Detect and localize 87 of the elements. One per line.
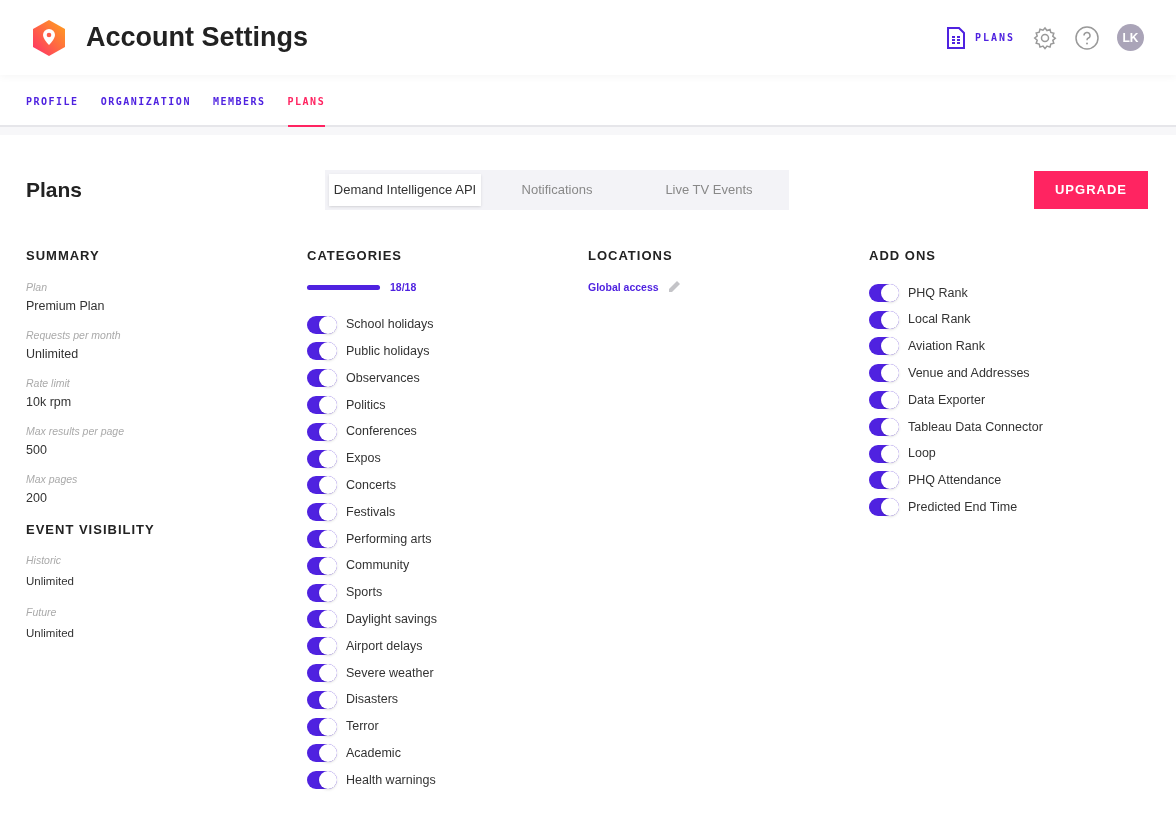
toggle-switch[interactable] xyxy=(307,449,337,468)
toggle-label: Politics xyxy=(346,396,386,414)
toggle-label: Public holidays xyxy=(346,343,430,361)
toggle-label: Tableau Data Connector xyxy=(908,418,1043,436)
logo-icon xyxy=(32,19,66,56)
toggle-switch[interactable] xyxy=(307,690,337,709)
field-label: Future xyxy=(26,605,58,619)
toggle-switch[interactable] xyxy=(307,476,337,495)
field-value: Unlimited xyxy=(26,626,75,641)
toggle-label: Expos xyxy=(346,450,381,468)
field-label: Max pages xyxy=(26,471,79,486)
section-heading: CATEGORIES xyxy=(307,247,403,265)
toggle-switch[interactable] xyxy=(869,283,899,302)
toggle-label: Health warnings xyxy=(346,771,436,789)
toggle-switch[interactable] xyxy=(307,664,337,682)
category-count: 18/18 xyxy=(390,279,417,295)
toggle-label: Venue and Addresses xyxy=(908,364,1030,382)
nav-tab[interactable]: MEMBERS xyxy=(212,94,266,127)
toggle-switch[interactable] xyxy=(307,503,337,522)
field-label: Max results per page xyxy=(26,423,126,438)
toggle-label: School holidays xyxy=(346,316,434,334)
toggle-switch[interactable] xyxy=(307,530,337,548)
nav-tab[interactable]: PROFILE xyxy=(26,94,79,127)
toggle-switch[interactable] xyxy=(307,771,337,790)
page-header-title: Account Settings xyxy=(86,21,308,55)
plans-link[interactable]: PLANS xyxy=(946,26,1015,49)
toggle-switch[interactable] xyxy=(307,744,337,763)
field-value: Premium Plan xyxy=(26,297,106,314)
toggle-label: Data Exporter xyxy=(908,391,986,409)
field-label: Requests per month xyxy=(26,327,122,342)
field-value: 10k rpm xyxy=(26,393,73,410)
toggle-switch[interactable] xyxy=(307,396,337,415)
toggle-label: Sports xyxy=(346,584,383,602)
section-title: Plans xyxy=(26,177,84,204)
toggle-switch[interactable] xyxy=(869,444,899,463)
toggle-label: Community xyxy=(346,557,410,575)
toggle-switch[interactable] xyxy=(307,583,337,602)
toggle-label: Performing arts xyxy=(346,530,432,548)
toggle-switch[interactable] xyxy=(869,498,899,517)
nav-tab[interactable]: ORGANIZATION xyxy=(100,94,191,127)
field-value: Unlimited xyxy=(26,345,80,362)
toggle-label: Concerts xyxy=(346,477,397,495)
toggle-switch[interactable] xyxy=(869,337,899,356)
toggle-label: Predicted End Time xyxy=(908,498,1018,516)
toggle-switch[interactable] xyxy=(307,637,337,656)
toggle-label: Local Rank xyxy=(908,311,971,329)
location-link[interactable]: Global access xyxy=(588,279,659,296)
toggle-label: Disasters xyxy=(346,691,399,709)
toggle-switch[interactable] xyxy=(307,422,337,441)
toggle-switch[interactable] xyxy=(307,610,337,629)
field-label: Historic xyxy=(26,553,62,567)
toggle-switch[interactable] xyxy=(307,556,337,575)
toggle-switch[interactable] xyxy=(869,417,899,436)
section-heading: SUMMARY xyxy=(26,247,101,265)
field-value: 500 xyxy=(26,441,48,458)
section-heading: EVENT VISIBILITY xyxy=(26,520,156,539)
toggle-switch[interactable] xyxy=(307,315,337,334)
section-heading: LOCATIONS xyxy=(588,247,674,265)
toggle-switch[interactable] xyxy=(869,471,899,490)
help-icon[interactable] xyxy=(1075,25,1099,50)
field-label: Plan xyxy=(26,279,48,294)
section-heading: ADD ONS xyxy=(869,247,937,265)
toggle-label: Airport delays xyxy=(346,637,423,655)
field-value: Unlimited xyxy=(26,574,75,589)
toggle-label: Festivals xyxy=(346,503,396,521)
toggle-switch[interactable] xyxy=(307,369,337,388)
upgrade-button[interactable]: UPGRADE xyxy=(1034,171,1148,209)
toggle-switch[interactable] xyxy=(869,364,899,383)
toggle-label: Academic xyxy=(346,745,401,762)
toggle-switch[interactable] xyxy=(869,391,899,410)
toggle-label: Terror xyxy=(346,718,379,736)
toggle-label: Conferences xyxy=(346,423,417,441)
toggle-switch[interactable] xyxy=(307,342,337,361)
toggle-label: Daylight savings xyxy=(346,611,437,629)
toggle-label: Observances xyxy=(346,369,420,387)
product-tab[interactable]: Demand Intelligence API xyxy=(329,174,481,206)
toggle-switch[interactable] xyxy=(307,717,337,736)
toggle-label: Aviation Rank xyxy=(908,338,985,356)
toggle-label: Severe weather xyxy=(346,664,434,682)
toggle-label: PHQ Attendance xyxy=(908,472,1002,490)
toggle-label: PHQ Rank xyxy=(908,284,968,302)
toggle-label: Loop xyxy=(908,445,936,463)
toggle-switch[interactable] xyxy=(869,310,899,329)
settings-icon[interactable] xyxy=(1033,25,1057,50)
field-value: 200 xyxy=(26,489,48,506)
field-label: Rate limit xyxy=(26,375,71,390)
document-icon xyxy=(946,26,965,49)
